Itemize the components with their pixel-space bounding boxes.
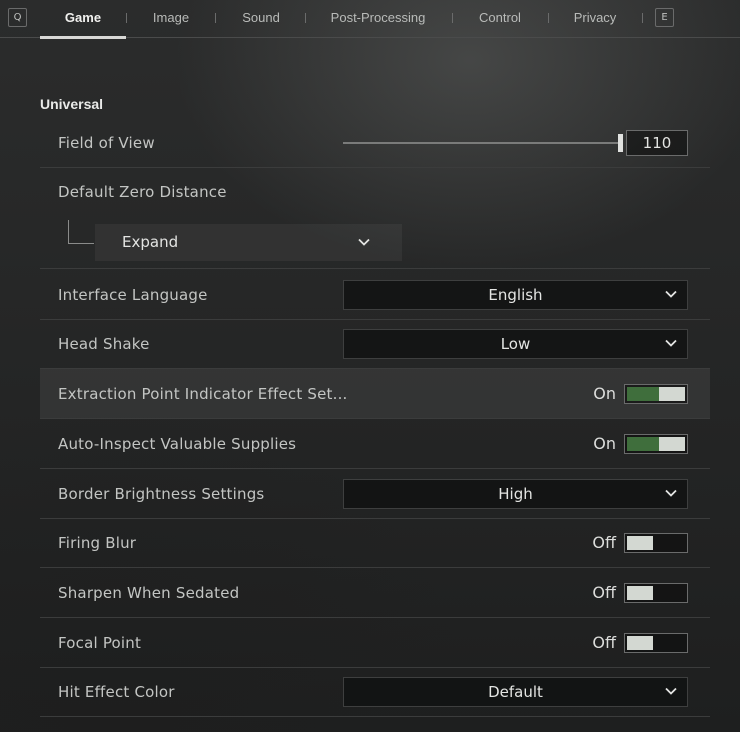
toggle-knob [659, 387, 685, 401]
chevron-down-icon [665, 687, 677, 695]
setting-row-field-of-view: Field of View 110 [40, 118, 710, 168]
setting-label: Sharpen When Sedated [58, 584, 240, 602]
setting-label: Firing Blur [58, 534, 137, 552]
border-brightness-dropdown[interactable]: High [343, 479, 688, 509]
sharpen-sedated-toggle[interactable] [624, 583, 688, 603]
fov-value-input[interactable]: 110 [626, 130, 688, 156]
tab-separator [305, 13, 306, 23]
interface-language-dropdown[interactable]: English [343, 280, 688, 310]
previous-tab-key-hint[interactable]: Q [8, 8, 27, 27]
setting-row-interface-language: Interface Language English [40, 270, 710, 320]
toggle-state-text: On [593, 384, 616, 403]
dropdown-value: High [498, 485, 533, 503]
chevron-down-icon [358, 238, 370, 246]
setting-row-border-brightness: Border Brightness Settings High [40, 469, 710, 519]
setting-row-sharpen-when-sedated: Sharpen When Sedated Off [40, 568, 710, 618]
zero-distance-expand-button[interactable]: Expand [95, 224, 402, 261]
dropdown-value: English [488, 286, 543, 304]
setting-row-extraction-point-indicator: Extraction Point Indicator Effect Set...… [40, 369, 710, 419]
expand-label: Expand [122, 233, 179, 251]
toggle-knob [627, 636, 653, 650]
setting-label: Extraction Point Indicator Effect Set... [58, 385, 348, 403]
toggle-fill [627, 437, 659, 451]
setting-label: Head Shake [58, 335, 150, 353]
tab-sound[interactable]: Sound [220, 0, 302, 37]
toggle-knob [659, 437, 685, 451]
extraction-indicator-toggle[interactable] [624, 384, 688, 404]
tab-separator [452, 13, 453, 23]
chevron-down-icon [665, 290, 677, 298]
tab-separator [126, 13, 127, 23]
tab-privacy[interactable]: Privacy [554, 0, 636, 37]
head-shake-dropdown[interactable]: Low [343, 329, 688, 359]
settings-tab-bar: Q Game Image Sound Post-Processing Contr… [0, 0, 740, 39]
setting-label: Border Brightness Settings [58, 485, 265, 503]
next-tab-key-hint[interactable]: E [655, 8, 674, 27]
setting-label: Interface Language [58, 286, 208, 304]
setting-label: Field of View [58, 134, 155, 152]
setting-label: Focal Point [58, 634, 142, 652]
hit-effect-color-dropdown[interactable]: Default [343, 677, 688, 707]
tab-separator [548, 13, 549, 23]
setting-row-firing-blur: Firing Blur Off [40, 518, 710, 568]
setting-row-auto-inspect: Auto-Inspect Valuable Supplies On [40, 419, 710, 469]
auto-inspect-toggle[interactable] [624, 434, 688, 454]
toggle-state-text: Off [592, 633, 616, 652]
toggle-state-text: Off [592, 583, 616, 602]
tab-post-processing[interactable]: Post-Processing [310, 0, 446, 37]
toggle-knob [627, 586, 653, 600]
toggle-knob [627, 536, 653, 550]
firing-blur-toggle[interactable] [624, 533, 688, 553]
tree-connector [68, 220, 94, 244]
fov-slider-handle[interactable] [618, 134, 623, 152]
section-title: Universal [40, 96, 104, 112]
tab-control[interactable]: Control [458, 0, 542, 37]
chevron-down-icon [665, 489, 677, 497]
toggle-state-text: Off [592, 533, 616, 552]
toggle-state-text: On [593, 434, 616, 453]
tab-separator [642, 13, 643, 23]
setting-label: Hit Effect Color [58, 683, 175, 701]
fov-slider-track[interactable] [343, 142, 620, 144]
tab-image[interactable]: Image [130, 0, 212, 37]
toggle-fill [627, 387, 659, 401]
tab-separator [215, 13, 216, 23]
focal-point-toggle[interactable] [624, 633, 688, 653]
dropdown-value: Low [500, 335, 531, 353]
setting-label: Auto-Inspect Valuable Supplies [58, 435, 297, 453]
setting-row-default-zero-distance: Default Zero Distance Expand [40, 168, 710, 269]
setting-label: Default Zero Distance [58, 183, 227, 201]
setting-row-hit-effect-color: Hit Effect Color Default [40, 667, 710, 717]
tab-game[interactable]: Game [40, 0, 126, 39]
setting-row-focal-point: Focal Point Off [40, 618, 710, 668]
setting-row-head-shake: Head Shake Low [40, 319, 710, 369]
dropdown-value: Default [488, 683, 543, 701]
chevron-down-icon [665, 339, 677, 347]
